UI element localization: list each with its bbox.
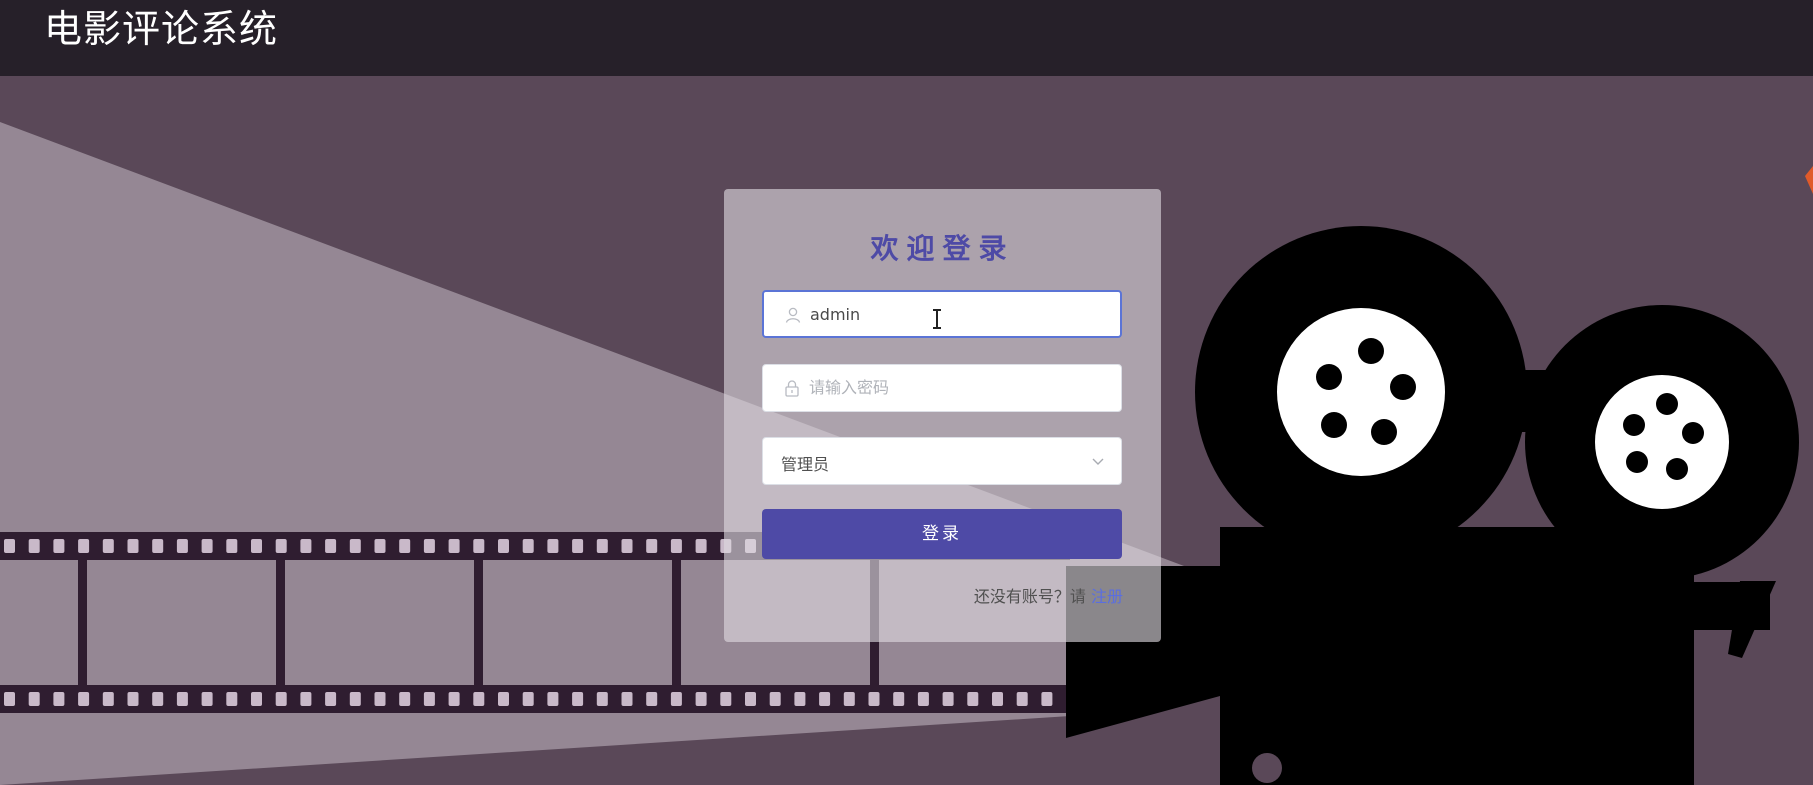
sprocket-hole <box>917 692 929 706</box>
sprocket-hole <box>646 539 658 553</box>
sprocket-hole <box>1016 692 1028 706</box>
sprocket-hole <box>670 539 682 553</box>
login-button[interactable]: 登录 <box>762 509 1122 559</box>
sprocket-hole <box>621 539 633 553</box>
sprocket-hole <box>226 692 238 706</box>
text-cursor-icon <box>933 309 941 329</box>
sprocket-hole <box>349 539 361 553</box>
sprocket-hole <box>251 539 262 553</box>
sprocket-hole <box>596 692 608 706</box>
sprocket-hole <box>448 692 460 706</box>
sprocket-hole <box>572 692 584 706</box>
sprocket-hole <box>423 692 435 706</box>
sprocket-hole <box>176 692 188 706</box>
sprocket-hole <box>522 692 534 706</box>
sprocket-hole <box>547 539 559 553</box>
register-row: 还没有账号？请 注册 <box>974 583 1123 607</box>
orange-decoration <box>1805 166 1813 194</box>
sprocket-hole <box>596 539 608 553</box>
password-field[interactable] <box>762 364 1122 412</box>
sprocket-hole <box>275 692 287 706</box>
sprocket-hole <box>769 692 781 706</box>
app-title: 电影评论系统 <box>44 7 279 51</box>
sprocket-hole <box>868 692 880 706</box>
sprocket-hole <box>325 692 337 706</box>
sprocket-hole <box>28 539 40 553</box>
sprocket-hole <box>695 692 707 706</box>
sprocket-hole <box>102 539 114 553</box>
sprocket-hole <box>646 692 658 706</box>
register-link[interactable]: 注册 <box>1091 587 1123 606</box>
sprocket-hole <box>201 692 213 706</box>
register-prompt: 还没有账号？请 <box>973 587 1086 606</box>
lock-icon <box>785 380 799 397</box>
sprocket-hole <box>423 539 435 553</box>
sprocket-hole <box>967 692 979 706</box>
sprocket-hole <box>251 692 262 706</box>
sprocket-hole <box>78 539 90 553</box>
sprocket-hole <box>325 539 337 553</box>
username-input[interactable] <box>810 292 1110 336</box>
sprocket-hole <box>843 692 855 706</box>
sprocket-hole <box>473 539 485 553</box>
sprocket-hole <box>720 692 732 706</box>
sprocket-hole <box>992 692 1003 706</box>
sprocket-hole <box>942 692 954 706</box>
login-card: 欢迎登录 管理员 登录 还没有账号？请 注册 <box>724 189 1161 642</box>
sprocket-hole <box>794 692 806 706</box>
sprocket-hole <box>695 539 707 553</box>
sprocket-hole <box>53 692 65 706</box>
sprocket-hole <box>621 692 633 706</box>
password-input[interactable] <box>809 365 1109 409</box>
sprocket-hole <box>547 692 559 706</box>
sprocket-hole <box>300 539 312 553</box>
sprocket-hole <box>176 539 188 553</box>
sprocket-hole <box>4 539 15 553</box>
sprocket-hole <box>498 539 509 553</box>
sprocket-hole <box>78 692 90 706</box>
sprocket-hole <box>399 539 411 553</box>
sprocket-hole <box>275 539 287 553</box>
sprocket-hole <box>201 539 213 553</box>
sprocket-hole <box>448 539 460 553</box>
sprocket-hole <box>670 692 682 706</box>
sprocket-hole <box>127 692 139 706</box>
sprocket-hole <box>374 539 386 553</box>
sprocket-hole <box>4 692 15 706</box>
sprocket-hole <box>374 692 386 706</box>
user-icon <box>785 307 801 323</box>
sprocket-hole <box>53 539 65 553</box>
sprocket-hole <box>572 539 584 553</box>
sprocket-hole <box>152 692 164 706</box>
sprocket-hole <box>522 539 534 553</box>
sprocket-hole <box>745 692 756 706</box>
top-bar: 电影评论系统 <box>0 0 1813 76</box>
film-camera-silhouette <box>1066 226 1799 785</box>
sprocket-hole <box>102 692 114 706</box>
chevron-down-icon <box>1092 458 1104 465</box>
sprocket-hole <box>399 692 411 706</box>
sprocket-hole <box>28 692 40 706</box>
sprocket-hole <box>300 692 312 706</box>
sprocket-hole <box>152 539 164 553</box>
sprocket-hole <box>349 692 361 706</box>
role-select[interactable]: 管理员 <box>762 437 1122 485</box>
sprocket-hole <box>893 692 905 706</box>
sprocket-hole <box>819 692 831 706</box>
login-title: 欢迎登录 <box>870 232 1015 265</box>
sprocket-hole <box>127 539 139 553</box>
sprocket-hole <box>1041 692 1053 706</box>
sprocket-hole <box>498 692 509 706</box>
sprocket-hole <box>226 539 238 553</box>
sprocket-hole <box>473 692 485 706</box>
role-selected-value: 管理员 <box>781 455 830 474</box>
